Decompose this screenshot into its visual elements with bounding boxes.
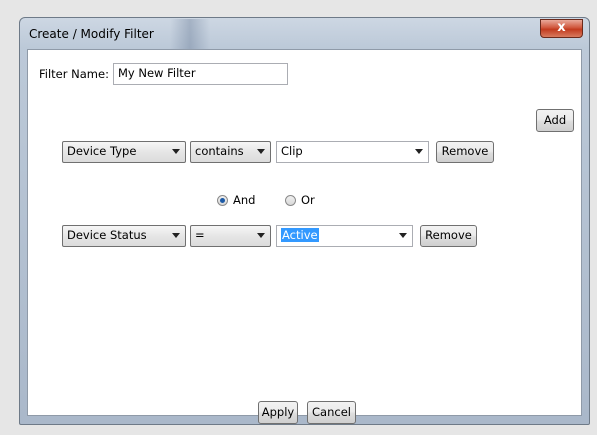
- dialog-content: Filter Name: My New Filter Add Device Ty…: [27, 49, 582, 424]
- window-title: Create / Modify Filter: [29, 27, 154, 41]
- filter-name-label: Filter Name:: [39, 67, 109, 81]
- screen-background: Create / Modify Filter x Filter Name: My…: [0, 0, 597, 435]
- add-button[interactable]: Add: [536, 109, 574, 132]
- chevron-down-icon: [172, 149, 180, 154]
- chevron-down-icon: [172, 233, 180, 238]
- filter-name-input[interactable]: My New Filter: [113, 63, 288, 85]
- and-radio-label: And: [233, 193, 256, 207]
- and-radio[interactable]: [217, 195, 228, 206]
- operator-select-value: contains: [195, 144, 244, 158]
- filter-name-value: My New Filter: [118, 66, 196, 80]
- title-glass-reflection: [170, 19, 210, 49]
- close-icon: x: [557, 20, 566, 35]
- or-radio[interactable]: [285, 195, 296, 206]
- value-combo-text-selected: Active: [281, 228, 319, 242]
- field-select-value: Device Status: [67, 228, 147, 242]
- close-button[interactable]: x: [540, 19, 583, 38]
- chevron-down-icon: [399, 233, 407, 238]
- field-select-row-2[interactable]: Device Status: [62, 225, 186, 247]
- remove-button-row-1[interactable]: Remove: [436, 141, 494, 163]
- filter-dialog: Create / Modify Filter x Filter Name: My…: [19, 17, 590, 425]
- remove-button-row-2[interactable]: Remove: [420, 225, 477, 247]
- cancel-button[interactable]: Cancel: [307, 401, 356, 424]
- chevron-down-icon: [257, 149, 265, 154]
- operator-select-value: =: [195, 228, 205, 242]
- value-combo-row-2[interactable]: Active: [276, 225, 413, 247]
- field-select-row-1[interactable]: Device Type: [62, 141, 186, 163]
- chevron-down-icon: [257, 233, 265, 238]
- chevron-down-icon: [415, 149, 423, 154]
- value-combo-text: Clip: [281, 144, 303, 158]
- apply-button[interactable]: Apply: [258, 401, 298, 424]
- value-combo-row-1[interactable]: Clip: [276, 141, 429, 163]
- operator-select-row-2[interactable]: =: [190, 225, 271, 247]
- operator-select-row-1[interactable]: contains: [190, 141, 271, 163]
- or-radio-label: Or: [301, 193, 315, 207]
- title-bar[interactable]: Create / Modify Filter x: [20, 18, 589, 50]
- field-select-value: Device Type: [67, 144, 137, 158]
